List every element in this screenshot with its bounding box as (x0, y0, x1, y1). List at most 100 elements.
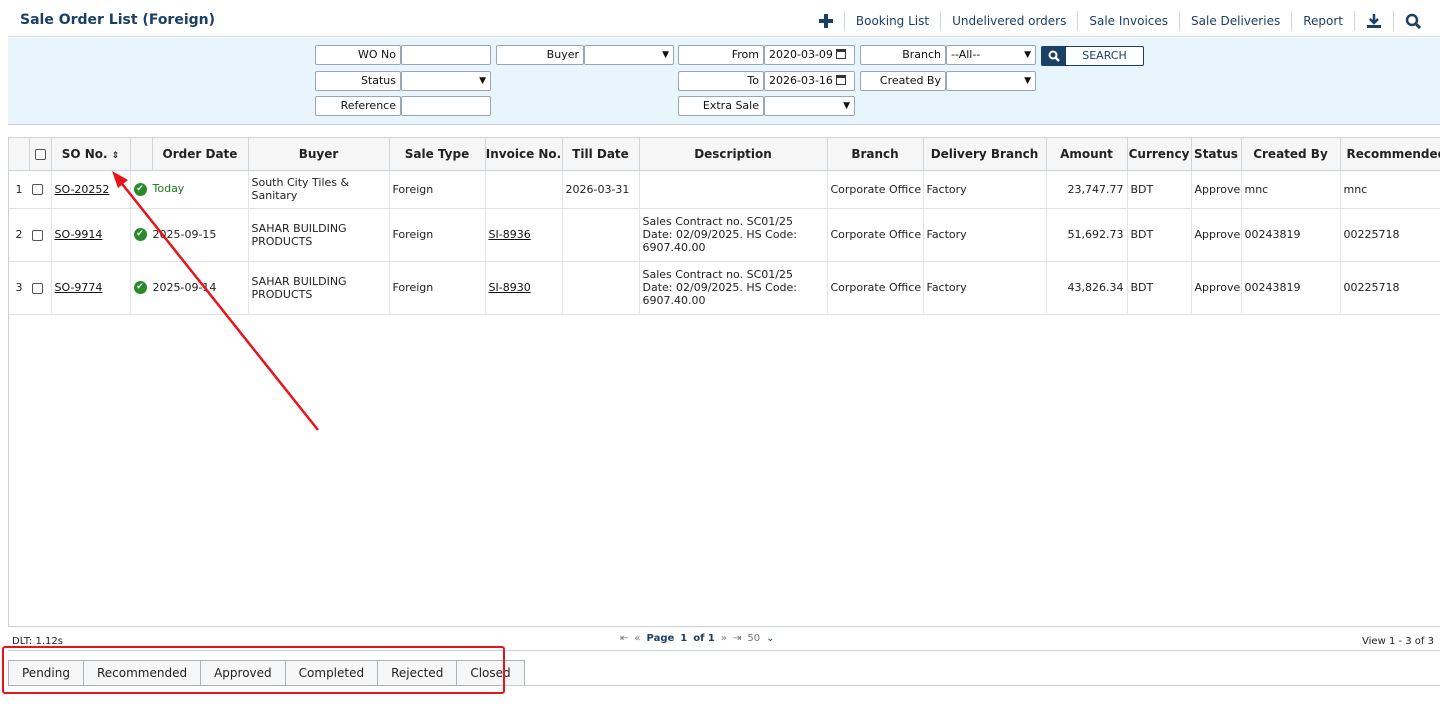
order-date-value: 2025-09-14 (152, 280, 217, 294)
order-date-cell: ✔ Today (130, 170, 249, 209)
last-page-icon[interactable]: ⇥ (733, 633, 741, 644)
buyer-cell: South City Tiles & Sanitary (248, 170, 390, 209)
tab-recommended[interactable]: Recommended (82, 660, 202, 685)
description-header[interactable]: Description (639, 138, 828, 171)
tabs-divider (500, 685, 1440, 686)
booking-list-link[interactable]: Booking List (843, 11, 940, 31)
currency-cell: BDT (1127, 208, 1192, 262)
first-page-icon[interactable]: ⇤ (620, 633, 628, 644)
to-date-input[interactable]: 2026-03-16 (764, 71, 855, 91)
description-cell: Sales Contract no. SC01/25 Date: 02/09/2… (639, 261, 828, 315)
sale-deliveries-link[interactable]: Sale Deliveries (1179, 11, 1291, 31)
table-row[interactable]: 2 SO-9914 ✔ 2025-09-15 SAHAR BUILDING PRO… (9, 208, 1440, 262)
page-size-value[interactable]: 50 (747, 633, 760, 644)
so-no-header[interactable]: SO No. ⇕ (51, 138, 131, 171)
table-row[interactable]: 3 SO-9774 ✔ 2025-09-14 SAHAR BUILDING PRO… (9, 261, 1440, 315)
till-date-cell (562, 261, 640, 315)
buyer-header[interactable]: Buyer (248, 138, 390, 171)
wo-no-input[interactable] (401, 45, 491, 65)
created-by-header[interactable]: Created By (1241, 138, 1341, 171)
currency-header[interactable]: Currency (1127, 138, 1192, 171)
sale-invoices-link[interactable]: Sale Invoices (1077, 11, 1179, 31)
table-row[interactable]: 1 SO-20252 ✔ Today South City Tiles & San… (9, 170, 1440, 209)
tab-pending[interactable]: Pending (8, 660, 84, 685)
from-date-input[interactable]: 2020-03-09 (764, 45, 855, 65)
row-checkbox[interactable] (32, 282, 43, 294)
order-date-value: Today (152, 182, 185, 196)
buyer-cell: SAHAR BUILDING PRODUCTS (248, 208, 390, 262)
calendar-icon[interactable] (835, 49, 846, 59)
to-label: To (678, 71, 764, 91)
page-title: Sale Order List (Foreign) (20, 12, 216, 28)
so-no-cell: SO-9914 (51, 208, 131, 262)
branch-header[interactable]: Branch (827, 138, 924, 171)
amount-cell: 23,747.77 (1046, 170, 1128, 209)
till-date-cell (562, 208, 640, 262)
prev-page-icon[interactable]: « (634, 633, 640, 644)
tab-closed[interactable]: Closed (456, 660, 525, 685)
branch-label: Branch (860, 45, 946, 65)
till-date-header[interactable]: Till Date (562, 138, 640, 171)
branch-cell: Corporate Office (827, 261, 924, 315)
page-number[interactable]: 1 (680, 633, 687, 644)
report-link[interactable]: Report (1291, 11, 1354, 31)
tab-completed[interactable]: Completed (284, 660, 379, 685)
approved-check-icon: ✔ (133, 228, 147, 242)
page-label: Page (646, 633, 675, 644)
row-select[interactable] (29, 261, 52, 315)
row-select[interactable] (29, 208, 52, 262)
buyer-select[interactable]: ▼ (584, 45, 674, 65)
status-header[interactable]: Status (1191, 138, 1242, 171)
search-icon[interactable] (1393, 11, 1432, 31)
branch-value: --All-- (951, 48, 981, 61)
chevron-down-icon: ▼ (662, 50, 669, 60)
sort-icon[interactable]: ⇕ (112, 151, 120, 161)
amount-cell: 51,692.73 (1046, 208, 1128, 262)
add-icon[interactable] (808, 11, 844, 31)
extra-sale-select[interactable]: ▼ (764, 96, 855, 116)
sale-type-cell: Foreign (389, 170, 486, 209)
next-page-icon[interactable]: » (721, 633, 727, 644)
description-cell: Sales Contract no. SC01/25 Date: 02/09/2… (639, 208, 828, 262)
page-size-chevron-icon[interactable]: ⌄ (766, 633, 774, 644)
order-date-header[interactable]: Order Date (152, 138, 249, 171)
row-checkbox[interactable] (32, 229, 43, 241)
created-by-cell: 00243819 (1241, 208, 1341, 262)
delivery-branch-cell: Factory (923, 261, 1047, 315)
status-label: Status (315, 71, 401, 91)
invoice-no-header[interactable]: Invoice No. (485, 138, 563, 171)
row-checkbox[interactable] (32, 184, 43, 195)
branch-select[interactable]: --All-- ▼ (946, 45, 1036, 65)
wo-no-label: WO No (315, 45, 401, 65)
created-by-label: Created By (860, 71, 946, 91)
sale-order-grid: SO No. ⇕ Order Date Buyer Sale Type Invo… (8, 137, 1440, 627)
created-by-select[interactable]: ▼ (946, 71, 1036, 91)
reference-input[interactable] (401, 96, 491, 116)
recommended-header[interactable]: Recommended (1340, 138, 1440, 171)
undelivered-orders-link[interactable]: Undelivered orders (940, 11, 1077, 31)
delivery-branch-cell: Factory (923, 170, 1047, 209)
select-all-header[interactable] (29, 138, 52, 171)
so-no-link[interactable]: SO-20252 (55, 183, 110, 196)
delivery-branch-header[interactable]: Delivery Branch (923, 138, 1047, 171)
status-cell: Approved (1191, 170, 1242, 209)
so-no-cell: SO-9774 (51, 261, 131, 315)
pager-bar: DLT: 1.12s ⇤ « Page 1 of 1 » ⇥ 50 ⌄ View… (8, 627, 1440, 651)
amount-cell: 43,826.34 (1046, 261, 1128, 315)
status-select[interactable]: ▼ (401, 71, 491, 91)
download-icon[interactable] (1354, 11, 1393, 31)
search-button[interactable]: SEARCH (1041, 46, 1144, 66)
tab-rejected[interactable]: Rejected (377, 660, 458, 685)
calendar-icon[interactable] (835, 75, 846, 85)
pagination: ⇤ « Page 1 of 1 » ⇥ 50 ⌄ (620, 633, 775, 644)
so-no-link[interactable]: SO-9914 (55, 228, 103, 241)
row-select[interactable] (29, 170, 52, 209)
tab-approved[interactable]: Approved (200, 660, 286, 685)
sale-type-header[interactable]: Sale Type (389, 138, 486, 171)
so-no-link[interactable]: SO-9774 (55, 281, 103, 294)
select-all-checkbox[interactable] (34, 148, 46, 160)
invoice-link[interactable]: SI-8930 (489, 281, 531, 294)
search-button-label: SEARCH (1082, 49, 1127, 62)
amount-header[interactable]: Amount (1046, 138, 1128, 171)
invoice-link[interactable]: SI-8936 (489, 228, 531, 241)
